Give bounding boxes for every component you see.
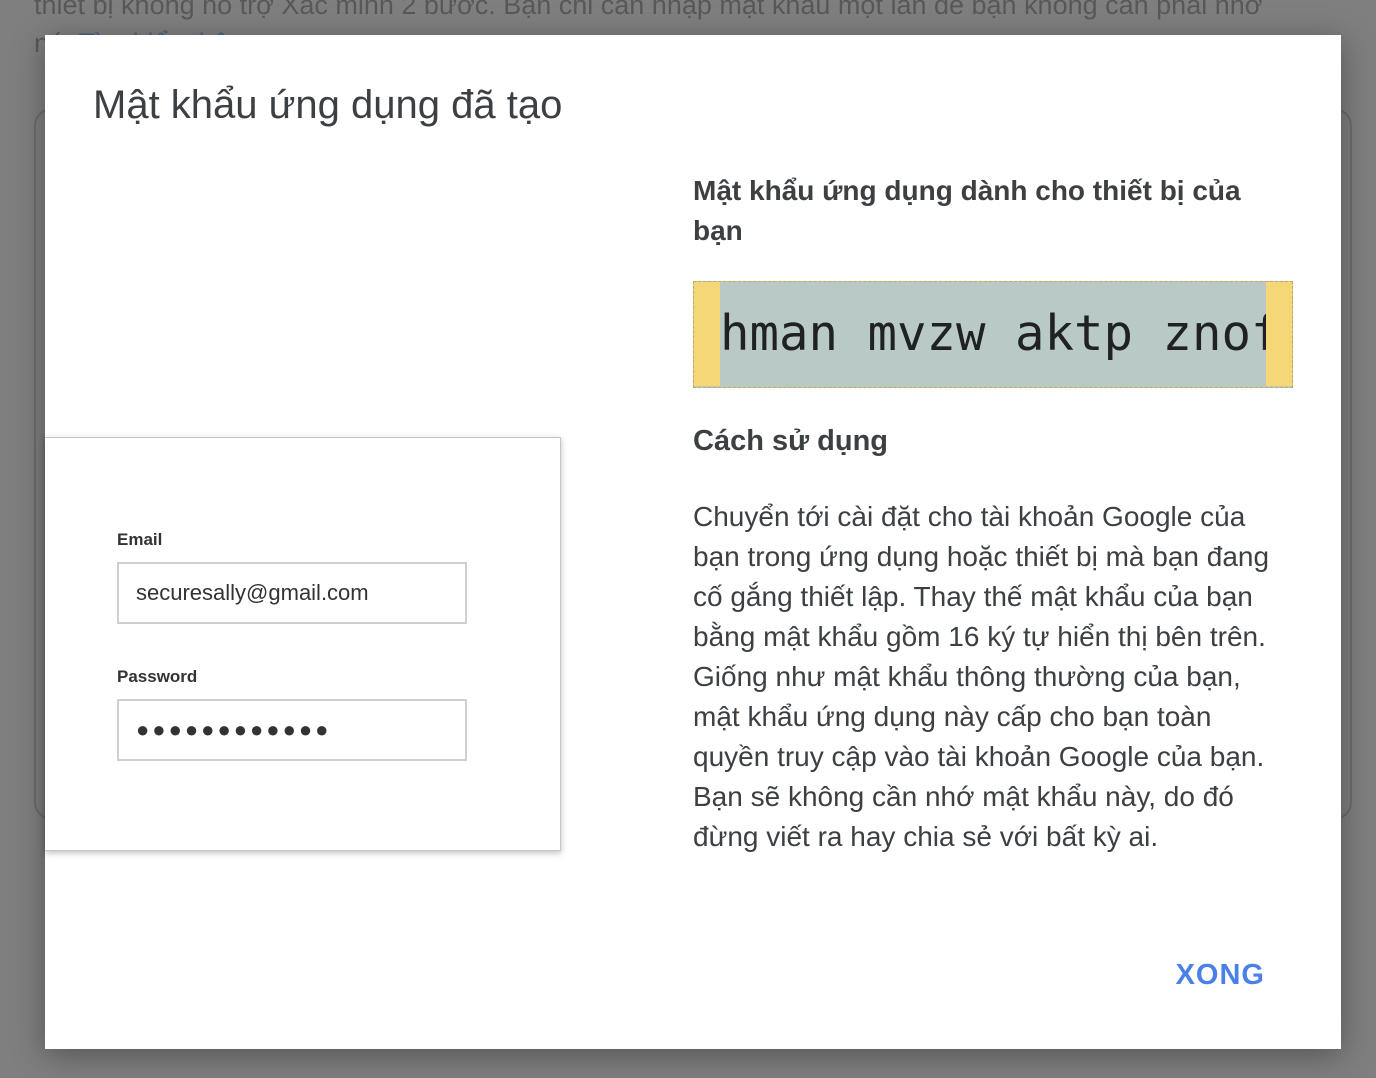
password-subheading: Mật khẩu ứng dụng dành cho thiết bị của … [693,175,1241,246]
how-to-use-heading: Cách sử dụng [693,425,889,457]
app-password-dialog: Mật khẩu ứng dụng đã tạo Email securesal… [45,35,1341,1049]
instructions-paragraph-1: Chuyển tới cài đặt cho tài khoản Google … [693,501,1270,652]
instructions-text: Chuyển tới cài đặt cho tài khoản Google … [693,497,1293,857]
dialog-title: Mật khẩu ứng dụng đã tạo [93,83,563,127]
app-password-text[interactable]: hman mvzw aktp znof [720,282,1281,386]
password-label: Password [117,667,198,686]
password-field: ●●●●●●●●●●●● [117,699,467,761]
app-password-box[interactable]: hman mvzw aktp znof [693,281,1293,388]
password-box-right-cap [1266,282,1292,386]
password-box-left-cap [694,282,720,386]
done-button[interactable]: XONG [1170,958,1271,993]
instructions-paragraph-2: Giống như mật khẩu thông thường của bạn,… [693,661,1265,852]
email-field: securesally@gmail.com [117,562,467,624]
login-illustration: Email securesally@gmail.com Password ●●●… [45,437,561,851]
email-label: Email [117,530,163,549]
